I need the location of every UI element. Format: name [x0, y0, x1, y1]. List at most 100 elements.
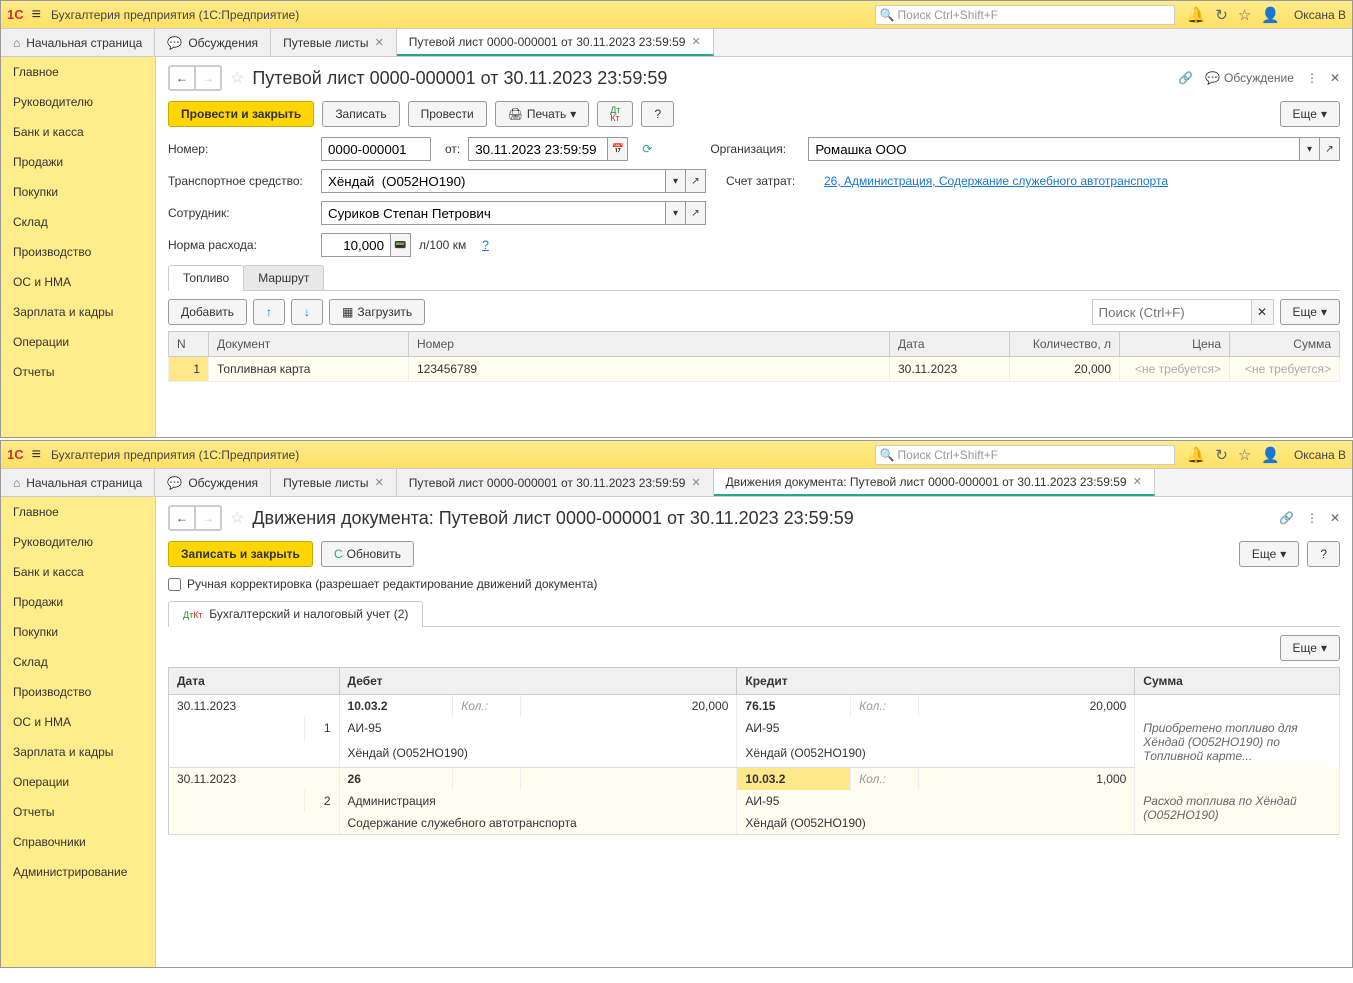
chevron-down-icon[interactable]: ▾	[666, 201, 686, 225]
sidebar-item[interactable]: Операции	[1, 327, 155, 357]
add-button[interactable]: Добавить	[168, 299, 247, 325]
movement-row[interactable]: 30.11.2023 26 10.03.2 Кол.: 1,000	[169, 767, 1340, 790]
refresh-doc-icon[interactable]: ⟳	[642, 142, 652, 156]
more-button[interactable]: Еще▾	[1280, 635, 1340, 661]
open-icon[interactable]: ↗	[1320, 137, 1340, 161]
sidebar-item[interactable]: Склад	[1, 207, 155, 237]
close-icon[interactable]: ✕	[375, 476, 384, 489]
tab-home[interactable]: ⌂Начальная страница	[1, 29, 155, 56]
open-icon[interactable]: ↗	[686, 201, 706, 225]
sidebar-item[interactable]: Отчеты	[1, 357, 155, 387]
number-input[interactable]	[321, 137, 431, 161]
sidebar-item[interactable]: Производство	[1, 237, 155, 267]
sidebar-item[interactable]: ОС и НМА	[1, 707, 155, 737]
tab-document[interactable]: Путевой лист 0000-000001 от 30.11.2023 2…	[397, 469, 714, 496]
sidebar-item[interactable]: Отчеты	[1, 797, 155, 827]
global-search-input[interactable]: 🔍Поиск Ctrl+Shift+F	[875, 5, 1175, 25]
write-button[interactable]: Записать	[322, 101, 399, 127]
dtkt-button[interactable]: ДтКт	[597, 101, 633, 127]
back-button[interactable]: ←	[169, 66, 195, 90]
calendar-icon[interactable]: 📅	[608, 137, 628, 161]
movement-row[interactable]: 1 АИ-95 АИ-95 Приобретено топливо для Хё…	[169, 717, 1340, 742]
tab-waybills[interactable]: Путевые листы✕	[271, 469, 397, 496]
sidebar-item[interactable]: Покупки	[1, 617, 155, 647]
sidebar-item[interactable]: Склад	[1, 647, 155, 677]
employee-input[interactable]	[321, 201, 666, 225]
move-up-button[interactable]: ↑	[253, 299, 285, 325]
sidebar-item[interactable]: Покупки	[1, 177, 155, 207]
star-icon[interactable]: ☆	[1238, 6, 1251, 24]
sidebar-item[interactable]: Продажи	[1, 147, 155, 177]
rate-help-icon[interactable]: ?	[482, 238, 489, 252]
more-button[interactable]: Еще▾	[1239, 541, 1299, 567]
post-button[interactable]: Провести	[408, 101, 487, 127]
forward-button[interactable]: →	[195, 506, 221, 530]
user-icon[interactable]: 👤	[1261, 446, 1280, 464]
manual-correction-checkbox[interactable]	[168, 578, 181, 591]
post-close-button[interactable]: Провести и закрыть	[168, 101, 314, 127]
chevron-down-icon[interactable]: ▾	[1300, 137, 1320, 161]
sidebar-item[interactable]: Справочники	[1, 827, 155, 857]
sidebar-item[interactable]: Производство	[1, 677, 155, 707]
movement-row[interactable]: 2 Администрация АИ-95 Расход топлива по …	[169, 790, 1340, 812]
tab-waybills[interactable]: Путевые листы✕	[271, 29, 397, 56]
table-search-input[interactable]	[1092, 299, 1252, 325]
chevron-down-icon[interactable]: ▾	[666, 169, 686, 193]
kebab-icon[interactable]: ⋮	[1306, 71, 1318, 85]
link-icon[interactable]: 🔗	[1279, 511, 1294, 525]
sidebar-item[interactable]: Руководителю	[1, 527, 155, 557]
help-button[interactable]: ?	[641, 101, 674, 127]
close-icon[interactable]: ✕	[1330, 511, 1340, 525]
kebab-icon[interactable]: ⋮	[1306, 511, 1318, 525]
tab-movements[interactable]: Движения документа: Путевой лист 0000-00…	[714, 469, 1155, 496]
sidebar-item[interactable]: Операции	[1, 767, 155, 797]
date-input[interactable]	[468, 137, 608, 161]
clear-search-icon[interactable]: ✕	[1252, 299, 1274, 325]
sidebar-item[interactable]: Администрирование	[1, 857, 155, 887]
rate-input[interactable]	[321, 233, 391, 257]
bell-icon[interactable]: 🔔	[1187, 6, 1206, 24]
hamburger-icon[interactable]: ≡	[32, 446, 41, 464]
close-icon[interactable]: ✕	[375, 36, 384, 49]
table-row[interactable]: 1 Топливная карта 123456789 30.11.2023 2…	[169, 357, 1340, 382]
tab-discuss[interactable]: 💬Обсуждения	[155, 469, 271, 496]
sidebar-item[interactable]: Главное	[1, 497, 155, 527]
vehicle-input[interactable]	[321, 169, 666, 193]
favorite-icon[interactable]: ☆	[230, 508, 244, 528]
hamburger-icon[interactable]: ≡	[32, 6, 41, 24]
link-icon[interactable]: 🔗	[1178, 71, 1193, 85]
star-icon[interactable]: ☆	[1238, 446, 1251, 464]
sidebar-item[interactable]: ОС и НМА	[1, 267, 155, 297]
history-icon[interactable]: ↻	[1215, 6, 1228, 24]
tab-home[interactable]: ⌂Начальная страница	[1, 469, 155, 496]
user-icon[interactable]: 👤	[1261, 6, 1280, 24]
sidebar-item[interactable]: Зарплата и кадры	[1, 737, 155, 767]
back-button[interactable]: ←	[169, 506, 195, 530]
movement-row[interactable]: 30.11.2023 10.03.2 Кол.: 20,000 76.15 Ко…	[169, 695, 1340, 718]
close-icon[interactable]: ✕	[1133, 475, 1142, 488]
bell-icon[interactable]: 🔔	[1187, 446, 1206, 464]
favorite-icon[interactable]: ☆	[230, 68, 244, 88]
tab-discuss[interactable]: 💬Обсуждения	[155, 29, 271, 56]
write-close-button[interactable]: Записать и закрыть	[168, 541, 313, 567]
help-button[interactable]: ?	[1307, 541, 1340, 567]
more-button[interactable]: Еще▾	[1280, 299, 1340, 325]
move-down-button[interactable]: ↓	[291, 299, 323, 325]
sidebar-item[interactable]: Банк и касса	[1, 557, 155, 587]
load-button[interactable]: ▦Загрузить	[329, 299, 425, 325]
close-icon[interactable]: ✕	[1330, 71, 1340, 85]
forward-button[interactable]: →	[195, 66, 221, 90]
sidebar-item[interactable]: Главное	[1, 57, 155, 87]
refresh-button[interactable]: CОбновить	[321, 541, 414, 567]
global-search-input[interactable]: 🔍Поиск Ctrl+Shift+F	[875, 445, 1175, 465]
open-icon[interactable]: ↗	[686, 169, 706, 193]
sidebar-item[interactable]: Руководителю	[1, 87, 155, 117]
print-button[interactable]: 🖨Печать▾	[495, 101, 590, 127]
org-input[interactable]	[808, 137, 1300, 161]
discuss-button[interactable]: 💬Обсуждение	[1205, 71, 1294, 85]
sidebar-item[interactable]: Зарплата и кадры	[1, 297, 155, 327]
close-icon[interactable]: ✕	[691, 35, 700, 48]
tab-document[interactable]: Путевой лист 0000-000001 от 30.11.2023 2…	[397, 29, 714, 56]
more-button[interactable]: Еще▾	[1280, 101, 1340, 127]
cost-link[interactable]: 26, Администрация, Содержание служебного…	[824, 174, 1168, 188]
